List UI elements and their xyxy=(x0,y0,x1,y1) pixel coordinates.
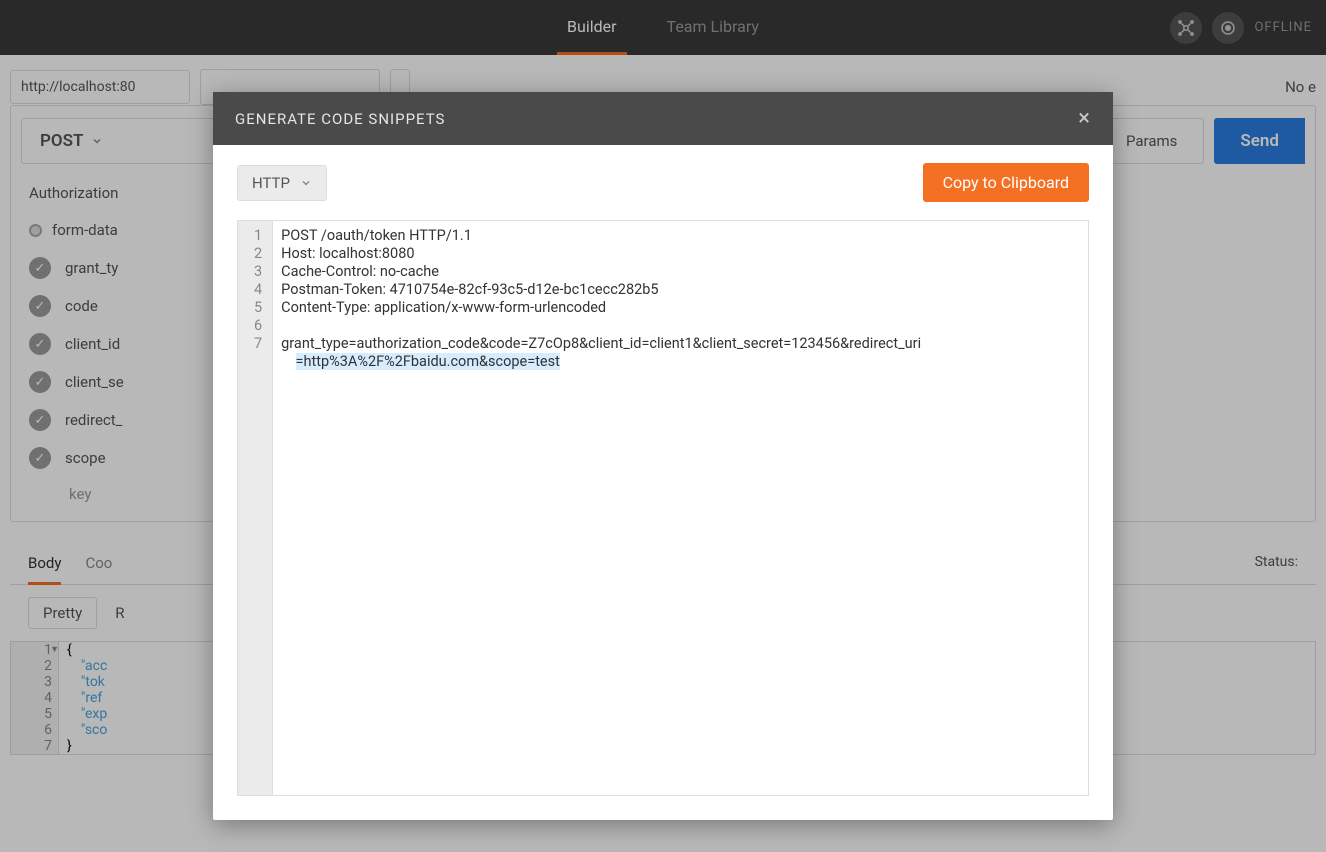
code-snippets-modal: GENERATE CODE SNIPPETS × HTTP Copy to Cl… xyxy=(213,92,1113,820)
modal-overlay: GENERATE CODE SNIPPETS × HTTP Copy to Cl… xyxy=(0,0,1326,852)
language-label: HTTP xyxy=(252,174,290,192)
modal-toolbar: HTTP Copy to Clipboard xyxy=(213,145,1113,220)
code-content: POST /oauth/token HTTP/1.1Host: localhos… xyxy=(273,221,1088,795)
close-icon[interactable]: × xyxy=(1078,106,1091,131)
code-gutter: 1234567 xyxy=(238,221,273,795)
modal-header: GENERATE CODE SNIPPETS × xyxy=(213,92,1113,145)
code-editor[interactable]: 1234567 POST /oauth/token HTTP/1.1Host: … xyxy=(237,220,1089,796)
language-select[interactable]: HTTP xyxy=(237,165,327,201)
copy-to-clipboard-button[interactable]: Copy to Clipboard xyxy=(923,163,1089,202)
modal-title: GENERATE CODE SNIPPETS xyxy=(235,110,445,128)
chevron-down-icon xyxy=(300,177,312,189)
